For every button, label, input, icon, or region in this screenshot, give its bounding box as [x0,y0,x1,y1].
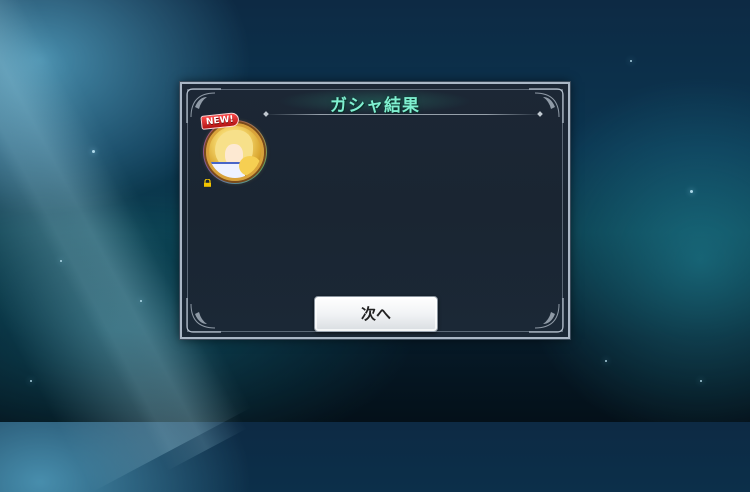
title-divider [264,114,542,115]
sparkle [690,190,693,193]
sparkle [630,60,632,62]
sparkle [92,150,95,153]
sparkle [140,300,142,302]
gacha-result-dialog: ガシャ結果 NEW! 次へ [180,82,570,339]
sparkle [700,380,702,382]
next-button[interactable]: 次へ [314,296,438,332]
lock-icon [204,179,211,187]
ornament-corner-icon [529,298,564,333]
ornament-corner-icon [529,88,564,123]
character-portrait [206,123,264,181]
title-bar: ガシャ結果 [260,88,490,116]
result-character-card[interactable]: NEW! [200,112,271,188]
sparkle [30,380,32,382]
ornament-corner-icon [186,298,221,333]
sparkle [60,260,62,262]
dialog-title: ガシャ結果 [330,96,420,116]
sparkle [605,360,607,362]
